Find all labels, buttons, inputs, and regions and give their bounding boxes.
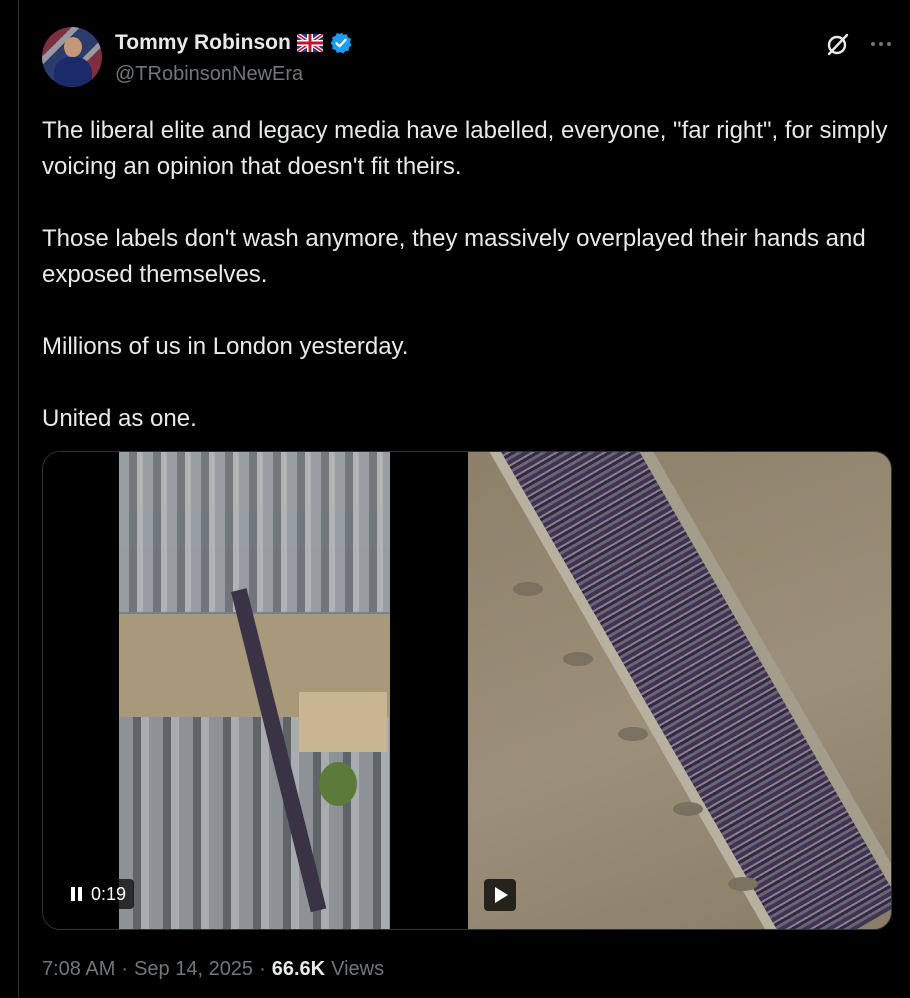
- post-time[interactable]: 7:08 AM: [42, 958, 115, 981]
- author-handle[interactable]: @TRobinsonNewEra: [115, 63, 303, 86]
- media-grid: 0:19: [42, 451, 892, 930]
- grok-icon[interactable]: [825, 31, 851, 57]
- post-header: Tommy Robinson @TRobinsonNewEra: [42, 27, 891, 91]
- post-paragraph: Millions of us in London yesterday.: [42, 333, 409, 360]
- post-date[interactable]: Sep 14, 2025: [134, 958, 253, 981]
- meta-separator: ·: [259, 958, 266, 980]
- meta-separator: ·: [121, 958, 129, 980]
- post-paragraph: Those labels don't wash anymore, they ma…: [42, 225, 866, 288]
- post-paragraph: The liberal elite and legacy media have …: [42, 117, 888, 180]
- column-divider: [18, 0, 19, 998]
- video-timer[interactable]: 0:19: [63, 879, 135, 909]
- more-options-icon[interactable]: [868, 31, 894, 57]
- post-text: The liberal elite and legacy media have …: [42, 113, 898, 437]
- post-meta: 7:08 AM · Sep 14, 2025 · 66.6K Views: [42, 958, 384, 981]
- avatar[interactable]: [42, 27, 102, 87]
- views-label: Views: [331, 958, 385, 980]
- video-timer-text: 0:19: [91, 883, 127, 904]
- post-paragraph: United as one.: [42, 405, 197, 432]
- video-player-aerial-london[interactable]: 0:19: [43, 452, 466, 929]
- pause-icon[interactable]: [71, 887, 83, 901]
- play-icon[interactable]: [484, 879, 516, 911]
- views-count: 66.6K: [271, 958, 326, 980]
- uk-flag-icon: [296, 34, 323, 52]
- author-name-row: Tommy Robinson: [115, 31, 353, 55]
- verified-badge-icon[interactable]: [329, 31, 353, 55]
- video-player-bridge[interactable]: [468, 452, 891, 929]
- author-name[interactable]: Tommy Robinson: [115, 31, 291, 55]
- video-frame: [119, 452, 390, 929]
